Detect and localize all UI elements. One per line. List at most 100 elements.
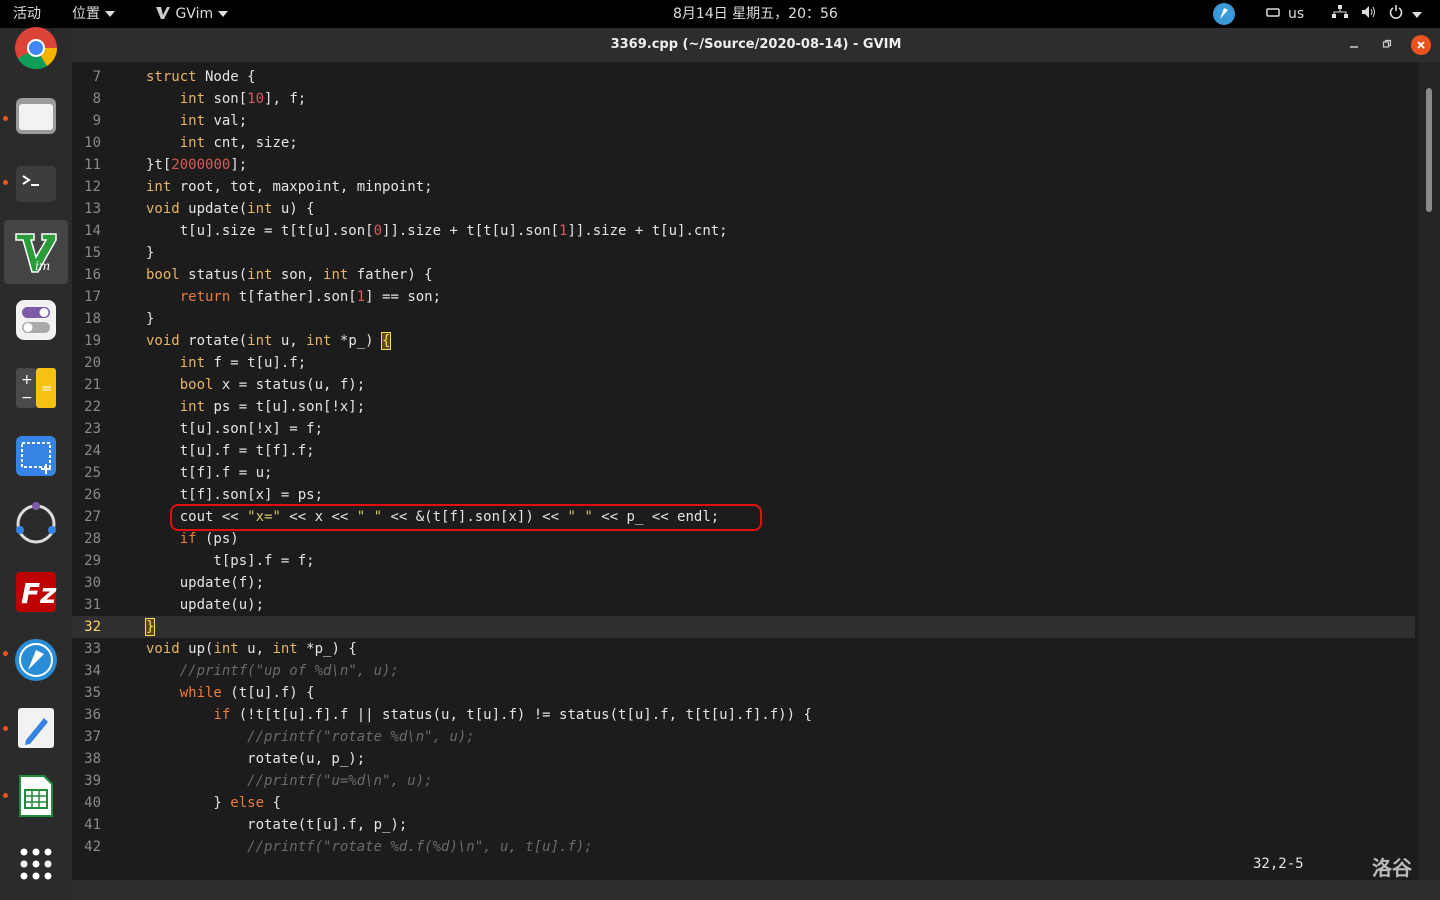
line-number: 14 <box>84 223 101 239</box>
code-line[interactable]: 41 rotate(t[u].f, p_); <box>72 814 1415 836</box>
code-text: if (ps) <box>179 531 239 547</box>
vim-small-icon <box>156 7 170 19</box>
line-number: 31 <box>84 597 101 613</box>
window-titlebar[interactable]: 3369.cpp (~/Source/2020-08-14) - GVIM <box>72 28 1440 62</box>
code-line[interactable]: 33 void up(int u, int *p_) { <box>72 638 1415 660</box>
code-line[interactable]: 19 void rotate(int u, int *p_) { <box>72 330 1415 352</box>
line-number: 25 <box>84 465 101 481</box>
code-text: bool status(int son, int father) { <box>146 267 433 283</box>
code-line[interactable]: 10 int cnt, size; <box>72 132 1415 154</box>
circle-app-icon <box>16 502 56 544</box>
line-number: 38 <box>84 751 101 767</box>
volume-icon[interactable] <box>1361 5 1377 23</box>
code-line[interactable]: 40 } else { <box>72 792 1415 814</box>
text-editor-icon <box>18 708 54 748</box>
code-text: t[ps].f = f; <box>146 553 315 569</box>
code-text: int val; <box>179 113 248 129</box>
places-label: 位置 <box>72 6 100 22</box>
dock-text-editor[interactable] <box>4 696 68 760</box>
vertical-scrollbar[interactable] <box>1418 62 1440 880</box>
spreadsheet-icon <box>19 775 53 817</box>
network-icon[interactable] <box>1332 5 1348 23</box>
minimize-button[interactable] <box>1344 35 1364 55</box>
code-text: while (t[u].f) { <box>179 685 315 701</box>
svg-text:−: − <box>21 390 33 406</box>
code-line[interactable]: 29 t[ps].f = f; <box>72 550 1415 572</box>
dock-calculator[interactable]: + − = <box>4 356 68 420</box>
code-line[interactable]: 23 t[u].son[!x] = f; <box>72 418 1415 440</box>
line-number: 17 <box>84 289 101 305</box>
dock-pilot-app[interactable] <box>4 628 68 692</box>
code-line[interactable]: 34 //printf("up of %d\n", u); <box>72 660 1415 682</box>
code-line[interactable]: 12 int root, tot, maxpoint, minpoint; <box>72 176 1415 198</box>
code-text: rotate(u, p_); <box>146 751 366 767</box>
code-text: int son[10], f; <box>179 91 307 107</box>
svg-text:im: im <box>35 259 50 273</box>
code-line[interactable]: 30 update(f); <box>72 572 1415 594</box>
calculator-icon: + −= <box>16 368 56 408</box>
code-line[interactable]: 35 while (t[u].f) { <box>72 682 1415 704</box>
status-line: 32,2-5 <box>72 854 1418 876</box>
code-line[interactable]: 32} <box>72 616 1415 638</box>
line-number: 29 <box>84 553 101 569</box>
code-line[interactable]: 16 bool status(int son, int father) { <box>72 264 1415 286</box>
dock-show-apps[interactable] <box>4 832 68 896</box>
power-icon[interactable] <box>1389 5 1423 23</box>
line-number: 36 <box>84 707 101 723</box>
code-editor[interactable]: 7 struct Node {8 int son[10], f; 9 int val… <box>72 62 1418 880</box>
dock-tweaks[interactable] <box>4 288 68 352</box>
code-line[interactable]: 39 //printf("u=%d\n", u); <box>72 770 1415 792</box>
line-number: 27 <box>84 509 101 525</box>
line-number: 37 <box>84 729 101 745</box>
code-line[interactable]: 37 //printf("rotate %d\n", u); <box>72 726 1415 748</box>
places-menu[interactable]: 位置 <box>72 5 115 23</box>
line-number: 34 <box>84 663 101 679</box>
code-line[interactable]: 22 int ps = t[u].son[!x]; <box>72 396 1415 418</box>
code-text: } <box>146 311 155 327</box>
code-line[interactable]: 24 t[u].f = t[f].f; <box>72 440 1415 462</box>
scrollbar-thumb[interactable] <box>1426 88 1432 212</box>
dock-files[interactable] <box>4 84 68 148</box>
code-line[interactable]: 14 t[u].size = t[t[u].son[0]].size + t[t… <box>72 220 1415 242</box>
chevron-down-icon <box>1412 12 1423 18</box>
line-number: 22 <box>84 399 101 415</box>
dock-terminal[interactable] <box>4 152 68 216</box>
code-text: t[u].son[!x] = f; <box>146 421 324 437</box>
dock-spreadsheet[interactable] <box>4 764 68 828</box>
line-number: 39 <box>84 773 101 789</box>
line-number: 11 <box>84 157 101 173</box>
clock[interactable]: 8月14日 星期五，20：56 <box>673 5 838 23</box>
code-line[interactable]: 11 }t[2000000]; <box>72 154 1415 176</box>
screenshot-icon <box>16 436 56 476</box>
dock-circle-app[interactable] <box>4 492 68 556</box>
code-text: }t[2000000]; <box>146 157 248 173</box>
dock-chrome[interactable] <box>4 16 68 80</box>
keyboard-layout[interactable]: us <box>1288 5 1304 23</box>
code-line[interactable]: 26 t[f].son[x] = ps; <box>72 484 1415 506</box>
dock-screenshot[interactable] <box>4 424 68 488</box>
code-line[interactable]: 17 return t[father].son[1] == son; <box>72 286 1415 308</box>
code-line[interactable]: 28 if (ps) <box>72 528 1415 550</box>
code-line[interactable]: 25 t[f].f = u; <box>72 462 1415 484</box>
code-line[interactable]: 18} <box>72 308 1415 330</box>
dock-gvim[interactable]: im <box>4 220 68 284</box>
code-line[interactable]: 36 if (!t[t[u].f].f || status(u, t[u].f)… <box>72 704 1415 726</box>
code-line[interactable]: 9 int val; <box>72 110 1415 132</box>
code-line[interactable]: 38 rotate(u, p_); <box>72 748 1415 770</box>
dock-filezilla[interactable]: Fz <box>4 560 68 624</box>
pilot-tray-icon[interactable] <box>1212 2 1236 25</box>
svg-text:+: + <box>21 372 33 388</box>
keyboard-icon[interactable] <box>1266 5 1280 23</box>
code-line[interactable]: 7 struct Node { <box>72 66 1415 88</box>
svg-text:Fz: Fz <box>21 577 57 610</box>
app-menu[interactable]: GVim <box>155 5 229 23</box>
chevron-down-icon <box>105 11 115 17</box>
code-line[interactable]: 13 void update(int u) { <box>72 198 1415 220</box>
code-line[interactable]: 20 int f = t[u].f; <box>72 352 1415 374</box>
maximize-button[interactable] <box>1377 35 1397 55</box>
code-line[interactable]: 15} <box>72 242 1415 264</box>
close-button[interactable] <box>1411 35 1431 55</box>
code-line[interactable]: 21 bool x = status(u, f); <box>72 374 1415 396</box>
code-line[interactable]: 8 int son[10], f; <box>72 88 1415 110</box>
code-line[interactable]: 31 update(u); <box>72 594 1415 616</box>
